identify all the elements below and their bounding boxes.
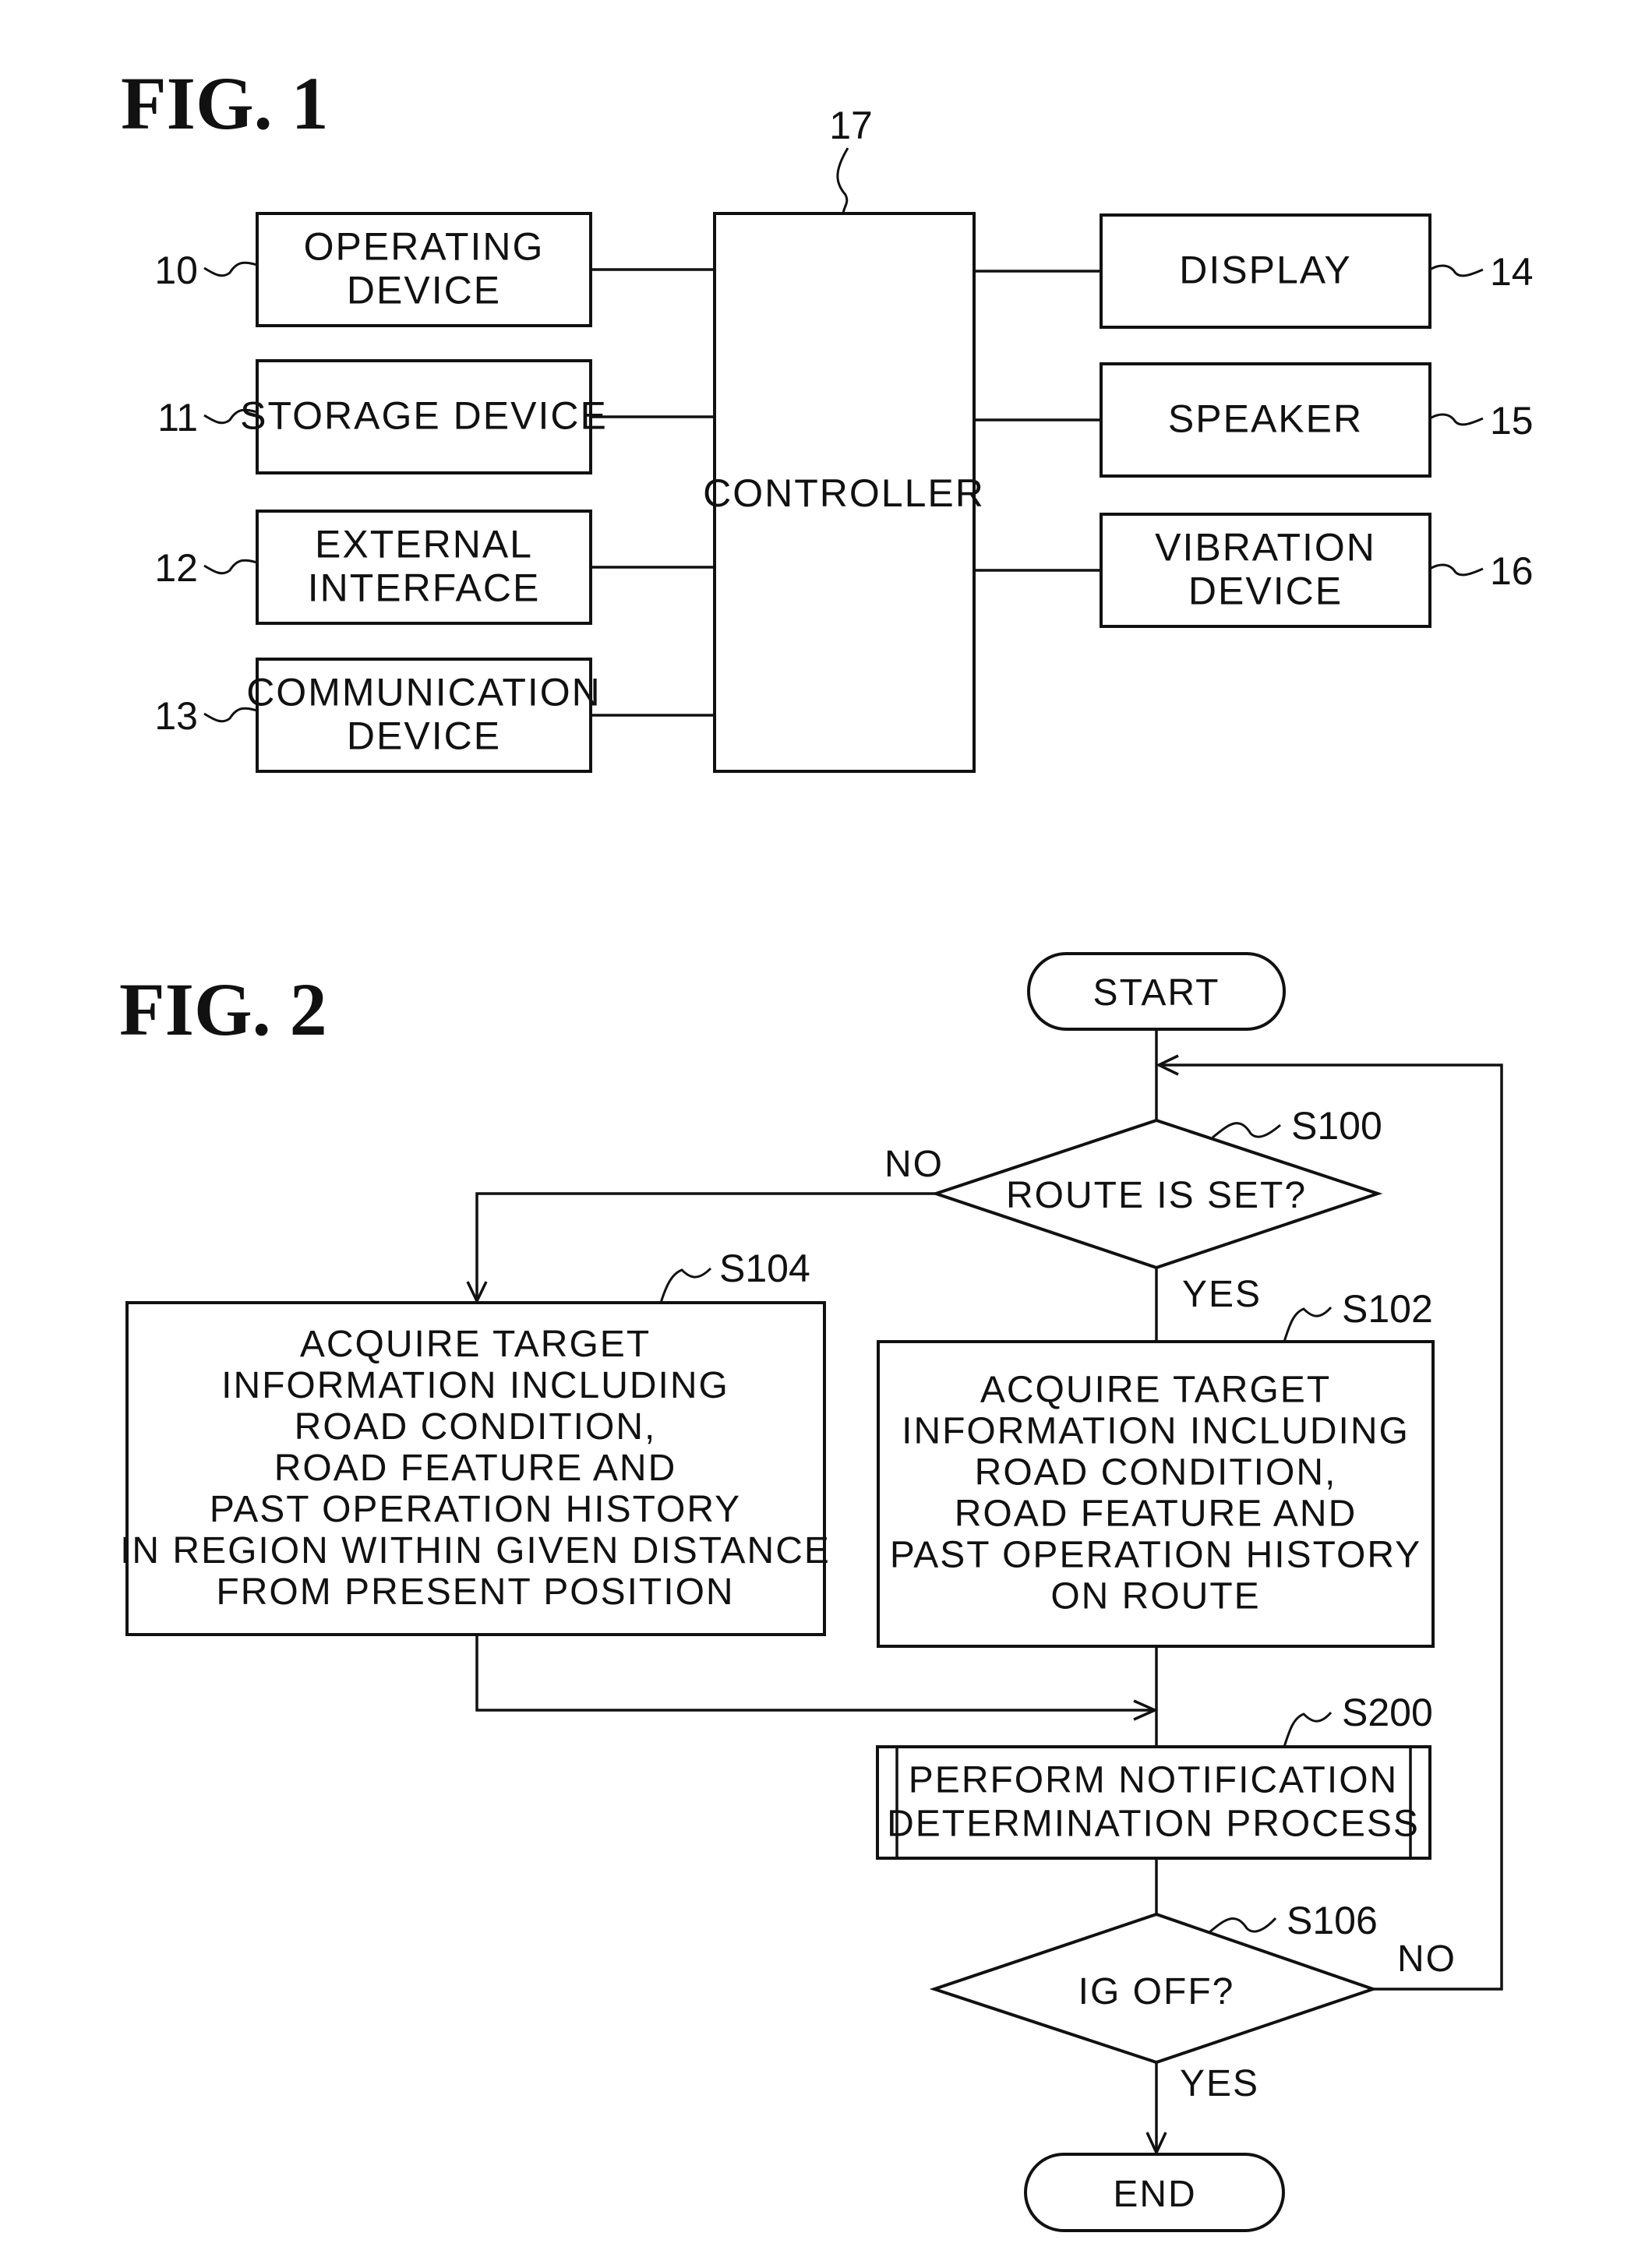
s106-no-label: NO: [1397, 1938, 1456, 1980]
input-ref-number: 10: [154, 249, 198, 292]
s102-text-line: INFORMATION INCLUDING: [902, 1410, 1410, 1451]
s100-step-label: S100: [1291, 1104, 1382, 1148]
s104-process: ACQUIRE TARGETINFORMATION INCLUDINGROAD …: [120, 1247, 831, 1636]
figure-2-title: FIG. 2: [119, 968, 327, 1051]
input-block: COMMUNICATIONDEVICE 13: [154, 658, 715, 773]
output-block-label-line: DISPLAY: [1179, 249, 1352, 292]
input-block-label-line: OPERATING: [304, 225, 545, 269]
input-block-label-line: COMMUNICATION: [246, 671, 602, 714]
s102-text-line: ACQUIRE TARGET: [980, 1369, 1331, 1410]
controller-leader-line: [836, 147, 849, 214]
end-label: END: [1113, 2174, 1196, 2215]
s106-leader-line: [1209, 1917, 1277, 1934]
s104-text-line: INFORMATION INCLUDING: [221, 1365, 729, 1406]
controller-ref-number: 17: [829, 104, 873, 147]
s100-leader-line: [1212, 1122, 1281, 1139]
s100-question: ROUTE IS SET?: [1006, 1175, 1307, 1216]
connector-s100-no-to-s104: [475, 1192, 936, 1300]
output-ref-number: 15: [1490, 399, 1534, 443]
input-block-label-line: STORAGE DEVICE: [240, 394, 608, 438]
s104-text-line: PAST OPERATION HISTORY: [210, 1489, 741, 1530]
s102-text-line: ROAD CONDITION,: [975, 1451, 1337, 1493]
s106-decision: IG OFF? S106 NO YES: [929, 1899, 1456, 2104]
s104-text-line: ROAD CONDITION,: [295, 1406, 657, 1448]
s104-text-line: ACQUIRE TARGET: [300, 1324, 651, 1365]
s200-text-line: PERFORM NOTIFICATION: [909, 1760, 1398, 1801]
output-block: SPEAKER 15: [974, 362, 1534, 478]
output-block: DISPLAY 14: [974, 213, 1534, 329]
controller-label: CONTROLLER: [703, 471, 985, 515]
input-ref-number: 11: [157, 396, 198, 439]
ref-leader-line: [203, 559, 258, 575]
output-ref-number: 16: [1490, 549, 1534, 593]
input-block: STORAGE DEVICE 11: [157, 359, 715, 474]
start-label: START: [1093, 972, 1220, 1014]
ref-leader-line: [1429, 264, 1484, 277]
s106-yes-label: YES: [1180, 2063, 1259, 2104]
s102-text-line: ROAD FEATURE AND: [955, 1493, 1357, 1534]
s200-text-line: DETERMINATION PROCESS: [887, 1804, 1420, 1845]
s100-yes-label: YES: [1182, 1274, 1262, 1315]
patent-drawing-sheet: FIG. 1 CONTROLLER 17 OPERATINGDEVICE10ST…: [119, 62, 1534, 2232]
s102-leader-line: [1283, 1306, 1333, 1342]
input-block-label-line: DEVICE: [347, 269, 501, 312]
ref-leader-line: [203, 261, 258, 277]
input-block-label-line: DEVICE: [347, 714, 501, 758]
s104-leader-line: [659, 1267, 712, 1303]
ref-leader-line: [1429, 413, 1484, 426]
s102-text-line: ON ROUTE: [1050, 1575, 1260, 1617]
s200-step-label: S200: [1342, 1691, 1433, 1734]
s106-question: IG OFF?: [1078, 1971, 1235, 2012]
s104-step-label: S104: [719, 1247, 810, 1290]
s102-text-line: PAST OPERATION HISTORY: [890, 1534, 1421, 1575]
figure-2: FIG. 2 START ROUTE IS SET? S100 NO YES A…: [119, 952, 1503, 2232]
input-block: OPERATINGDEVICE 10: [154, 212, 715, 327]
s104-text-line: IN REGION WITHIN GIVEN DISTANCE: [120, 1530, 831, 1571]
input-block-label-line: EXTERNAL: [315, 523, 533, 566]
s104-text-line: FROM PRESENT POSITION: [216, 1571, 734, 1613]
controller-block: CONTROLLER 17: [703, 104, 985, 773]
output-block-label-line: VIBRATION: [1155, 526, 1376, 570]
output-block-label-line: SPEAKER: [1168, 397, 1363, 441]
s100-no-label: NO: [884, 1144, 944, 1185]
figure-1-title: FIG. 1: [121, 62, 329, 145]
s200-leader-line: [1283, 1711, 1333, 1748]
input-ref-number: 13: [154, 694, 198, 738]
input-blocks: OPERATINGDEVICE10STORAGE DEVICE11EXTERNA…: [154, 212, 715, 773]
output-ref-number: 14: [1490, 250, 1534, 294]
end-terminal: END: [1024, 2153, 1285, 2232]
start-terminal: START: [1027, 952, 1286, 1031]
input-block: EXTERNALINTERFACE 12: [154, 510, 715, 625]
output-block: VIBRATIONDEVICE 16: [974, 513, 1534, 628]
s102-step-label: S102: [1342, 1287, 1433, 1331]
s100-decision: ROUTE IS SET? S100 NO YES: [884, 1104, 1383, 1315]
s104-text-line: ROAD FEATURE AND: [274, 1448, 677, 1489]
input-block-label-line: INTERFACE: [308, 566, 541, 610]
ref-leader-line: [1429, 563, 1484, 577]
output-blocks: DISPLAY 14 SPEAKER 15 VIBRATIONDEVICE 16: [974, 213, 1534, 628]
s106-step-label: S106: [1287, 1899, 1378, 1942]
input-ref-number: 12: [154, 546, 198, 590]
output-block-label-line: DEVICE: [1188, 570, 1343, 613]
s102-process: ACQUIRE TARGETINFORMATION INCLUDINGROAD …: [877, 1287, 1435, 1648]
figure-1: FIG. 1 CONTROLLER 17 OPERATINGDEVICE10ST…: [121, 62, 1534, 773]
